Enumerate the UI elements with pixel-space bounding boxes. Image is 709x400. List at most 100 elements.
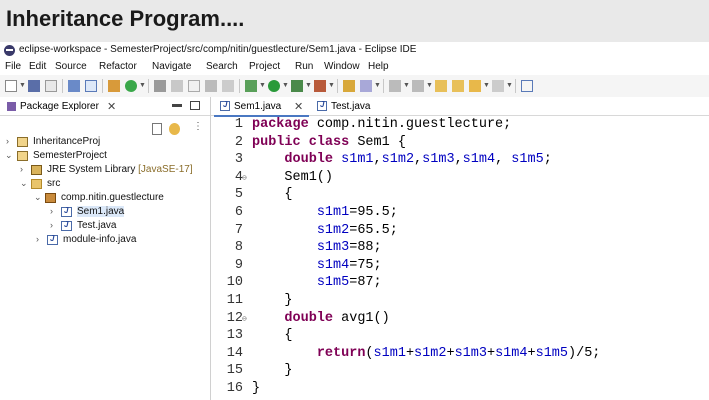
close-icon[interactable]: ✕ bbox=[294, 100, 303, 113]
back-icon[interactable] bbox=[469, 80, 481, 92]
slide-banner: Inheritance Program.... bbox=[0, 0, 709, 42]
tree-item-jre-library[interactable]: › JRE System Library [JavaSE-17] bbox=[0, 163, 210, 177]
chevron-down-icon[interactable]: ▼ bbox=[374, 82, 381, 89]
run-icon[interactable] bbox=[268, 80, 280, 92]
tree-item-label: Test.java bbox=[77, 220, 117, 231]
chevron-right-icon[interactable]: › bbox=[50, 220, 53, 230]
save-all-icon[interactable] bbox=[45, 80, 57, 92]
chevron-right-icon[interactable]: › bbox=[20, 164, 23, 174]
library-icon bbox=[31, 165, 42, 175]
pilcrow-icon[interactable] bbox=[222, 80, 234, 92]
menu-search[interactable]: Search bbox=[206, 61, 238, 72]
chevron-down-icon[interactable]: ▼ bbox=[506, 82, 513, 89]
java-file-icon bbox=[317, 100, 327, 111]
menu-file[interactable]: File bbox=[5, 61, 21, 72]
build-icon[interactable] bbox=[108, 80, 120, 92]
tree-item-label: module-info.java bbox=[63, 234, 137, 245]
chevron-down-icon[interactable]: ▼ bbox=[139, 82, 146, 89]
chevron-down-icon[interactable]: ▼ bbox=[483, 82, 490, 89]
forward-icon[interactable] bbox=[492, 80, 504, 92]
chevron-down-icon[interactable]: ▼ bbox=[259, 82, 266, 89]
menu-window[interactable]: Window bbox=[324, 61, 360, 72]
forward-edit-icon[interactable] bbox=[452, 80, 464, 92]
code-line: { bbox=[252, 187, 293, 203]
tree-item-src[interactable]: ⌄ src bbox=[0, 177, 210, 191]
document-icon[interactable] bbox=[188, 80, 200, 92]
minimize-icon[interactable]: ▬ bbox=[172, 99, 182, 110]
debug-icon[interactable] bbox=[245, 80, 257, 92]
tree-item-test-java[interactable]: › Test.java bbox=[0, 219, 210, 233]
code-line: s1m1=95.5; bbox=[316, 205, 398, 220]
tree-item-decoration: [JavaSE-17] bbox=[138, 164, 193, 175]
menu-project[interactable]: Project bbox=[249, 61, 280, 72]
menu-source[interactable]: Source bbox=[55, 61, 87, 72]
line-number: 5 bbox=[234, 187, 243, 203]
tab-sem1-java[interactable]: Sem1.java ✕ bbox=[214, 97, 309, 117]
toolbar-separator bbox=[239, 79, 240, 93]
chevron-right-icon[interactable]: › bbox=[36, 234, 39, 244]
new-icon[interactable] bbox=[5, 80, 17, 92]
tree-item-sem1-java[interactable]: › Sem1.java bbox=[0, 205, 210, 219]
tab-test-java[interactable]: Test.java bbox=[311, 97, 371, 115]
fold-collapse-icon[interactable]: ⊖ bbox=[242, 173, 247, 183]
chevron-right-icon[interactable]: › bbox=[6, 136, 9, 146]
chevron-down-icon[interactable]: ⌄ bbox=[20, 178, 28, 189]
window-title: eclipse-workspace - SemesterProject/src/… bbox=[19, 44, 417, 55]
coverage-icon[interactable] bbox=[291, 80, 303, 92]
display-icon[interactable] bbox=[85, 80, 97, 92]
tree-item-label: src bbox=[47, 178, 61, 189]
save-icon[interactable] bbox=[28, 80, 40, 92]
layout-icon[interactable] bbox=[205, 80, 217, 92]
chevron-down-icon[interactable]: ▼ bbox=[403, 82, 410, 89]
menu-navigate[interactable]: Navigate bbox=[152, 61, 191, 72]
menu-refactor[interactable]: Refactor bbox=[99, 61, 137, 72]
code-line: Sem1() bbox=[252, 169, 334, 185]
menu-run[interactable]: Run bbox=[295, 61, 313, 72]
tree-item-package[interactable]: ⌄ comp.nitin.guestlecture bbox=[0, 191, 210, 205]
tree-item-semesterproject[interactable]: ⌄ SemesterProject bbox=[0, 149, 210, 163]
package-explorer-icon bbox=[7, 102, 16, 111]
pin-icon[interactable] bbox=[154, 80, 166, 92]
package-explorer-title[interactable]: Package Explorer bbox=[20, 101, 99, 112]
line-number: 4 bbox=[234, 169, 243, 185]
chevron-down-icon[interactable]: ▼ bbox=[328, 82, 335, 89]
open-type-icon[interactable] bbox=[343, 80, 355, 92]
next-annotation-icon[interactable] bbox=[389, 80, 401, 92]
close-icon[interactable]: ✕ bbox=[107, 100, 116, 113]
chevron-down-icon[interactable]: ▼ bbox=[282, 82, 289, 89]
tree-item-module-info[interactable]: › module-info.java bbox=[0, 233, 210, 247]
chevron-down-icon[interactable]: ▼ bbox=[426, 82, 433, 89]
chevron-down-icon[interactable]: ▼ bbox=[19, 82, 26, 89]
source-folder-icon bbox=[31, 179, 42, 189]
terminal-icon[interactable] bbox=[68, 80, 80, 92]
line-number: 9 bbox=[234, 257, 243, 273]
tree-item-inheritanceproj[interactable]: › InheritanceProj bbox=[0, 135, 210, 149]
line-number: 7 bbox=[234, 222, 243, 238]
update-icon[interactable] bbox=[125, 80, 137, 92]
previous-annotation-icon[interactable] bbox=[412, 80, 424, 92]
menu-edit[interactable]: Edit bbox=[29, 61, 46, 72]
edit-icon[interactable] bbox=[171, 80, 183, 92]
code-line: } bbox=[252, 293, 293, 308]
tree-item-label: comp.nitin.guestlecture bbox=[61, 192, 164, 203]
code-line: double s1m1,s1m2,s1m3,s1m4, s1m5; bbox=[284, 152, 552, 168]
collapse-all-icon[interactable] bbox=[152, 123, 162, 135]
fold-collapse-icon[interactable]: ⊖ bbox=[242, 314, 247, 324]
code-area[interactable]: 1 2 3 4 5 6 7 8 9 10 11 12 13 14 15 16 ⊖… bbox=[211, 117, 709, 400]
chevron-down-icon[interactable]: ▼ bbox=[305, 82, 312, 89]
search-icon[interactable] bbox=[360, 80, 372, 92]
last-edit-icon[interactable] bbox=[435, 80, 447, 92]
open-perspective-icon[interactable] bbox=[521, 80, 533, 92]
external-tools-icon[interactable] bbox=[314, 80, 326, 92]
chevron-right-icon[interactable]: › bbox=[50, 206, 53, 216]
chevron-down-icon[interactable]: ⌄ bbox=[34, 192, 42, 203]
line-number: 1 bbox=[234, 117, 243, 132]
maximize-icon[interactable] bbox=[190, 101, 200, 110]
chevron-down-icon[interactable]: ⌄ bbox=[5, 150, 13, 161]
code-line: s1m5=87; bbox=[316, 275, 382, 291]
view-menu-icon[interactable]: ⋮ bbox=[193, 121, 203, 132]
menu-help[interactable]: Help bbox=[368, 61, 389, 72]
tree-item-label: JRE System Library bbox=[47, 164, 136, 175]
tree-item-label: InheritanceProj bbox=[33, 136, 101, 147]
link-editor-icon[interactable] bbox=[169, 123, 180, 135]
